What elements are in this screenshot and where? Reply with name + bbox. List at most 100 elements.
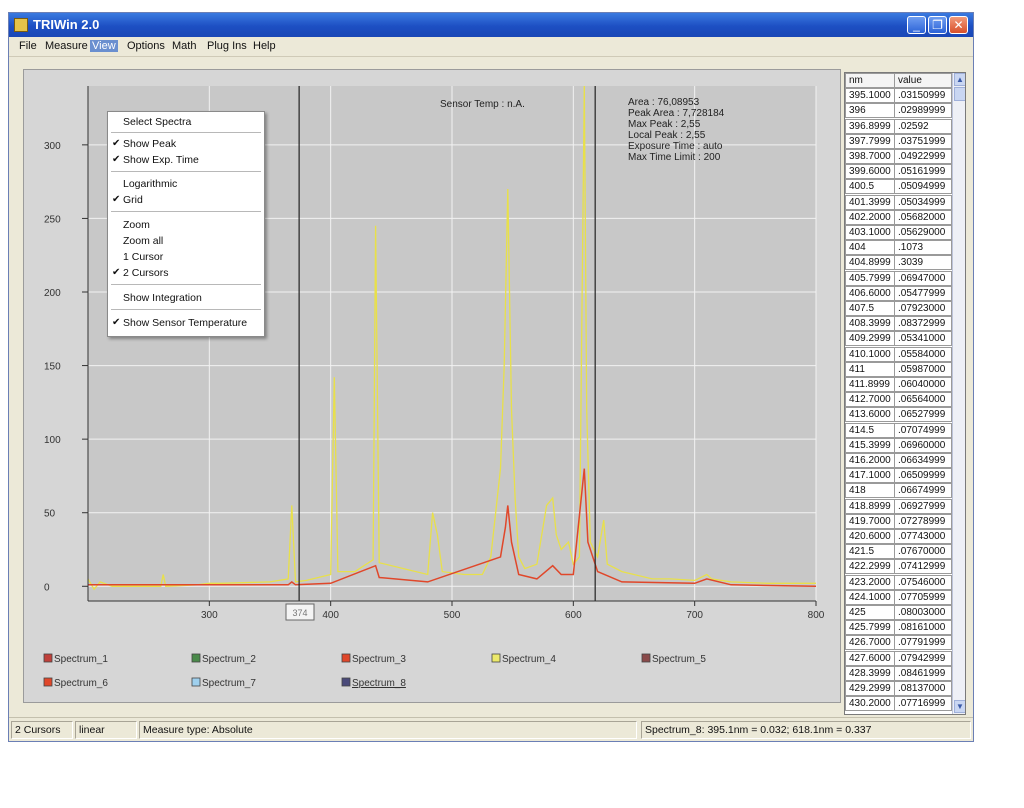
view-menu-dropdown: Select Spectra ✔ Show Peak ✔ Show Exp. T…	[107, 111, 265, 337]
x-tick-label: 400	[322, 610, 339, 621]
table-cell-nm: 408.3999	[845, 316, 895, 332]
table-cell-nm: 411.8999	[845, 377, 895, 392]
table-cell-nm: 396	[845, 103, 895, 119]
y-tick-label: 300	[44, 141, 61, 152]
check-icon: ✔	[112, 267, 121, 278]
table-cell-value: .06947000	[894, 270, 952, 286]
table-cell-nm: 410.1000	[845, 346, 895, 362]
maximize-button[interactable]: ❐	[928, 16, 947, 34]
legend-label[interactable]: Spectrum_3	[352, 654, 406, 665]
cursor-readout-value: 374	[292, 608, 307, 618]
table-cell-nm: 397.7999	[845, 133, 895, 149]
table-cell-value: .04922999	[894, 149, 952, 164]
table-cell-value: .03150999	[894, 88, 952, 104]
check-icon: ✔	[112, 138, 121, 149]
table-cell-nm: 416.2000	[845, 453, 895, 468]
y-tick-label: 250	[44, 214, 61, 225]
table-cell-nm: 413.6000	[845, 407, 895, 423]
close-button[interactable]: ✕	[949, 16, 968, 34]
x-tick-label: 700	[686, 610, 703, 621]
table-cell-nm: 430.2000	[845, 696, 895, 712]
legend-swatch	[191, 653, 201, 663]
table-cell-nm: 423.2000	[845, 574, 895, 590]
view-menu-item-show-exp-time[interactable]: ✔ Show Exp. Time	[108, 152, 264, 168]
view-menu-item-2-cursors[interactable]: ✔ 2 Cursors	[108, 265, 264, 281]
table-cell-value: .07412999	[894, 559, 952, 575]
menu-separator	[111, 284, 261, 285]
legend-label[interactable]: Spectrum_1	[54, 654, 108, 665]
legend-label[interactable]: Spectrum_4	[502, 654, 556, 665]
table-cell-value: .08372999	[894, 316, 952, 332]
minimize-button[interactable]: _	[907, 16, 926, 34]
view-menu-item-select-spectra[interactable]: Select Spectra	[108, 114, 264, 130]
table-cell-value: .07705999	[894, 589, 952, 605]
menu-measure[interactable]: Measure	[43, 40, 90, 52]
legend-swatch	[43, 677, 53, 687]
table-cell-nm: 424.1000	[845, 589, 895, 605]
info-peak-area: Peak Area : 7,728184	[628, 108, 725, 119]
spectrum-chart[interactable]: 0 50 100 150 200 250 300 300 400 500 600 700 800 Sen…	[23, 69, 841, 703]
table-cell-value: .07942999	[894, 650, 952, 666]
check-icon: ✔	[112, 317, 121, 328]
menu-separator	[111, 171, 261, 172]
table-cell-value: .02989999	[894, 103, 952, 119]
view-menu-item-show-peak[interactable]: ✔ Show Peak	[108, 136, 264, 152]
table-scrollbar[interactable]: ▲ ▼	[952, 73, 965, 714]
view-menu-item-logarithmic[interactable]: Logarithmic	[108, 176, 264, 192]
legend-swatch	[491, 653, 501, 663]
table-cell-value: .07074999	[894, 422, 952, 438]
scroll-down-icon[interactable]: ▼	[954, 700, 965, 713]
menu-math[interactable]: Math	[170, 40, 198, 52]
table-cell-nm: 429.2999	[845, 681, 895, 696]
table-cell-value: .02592	[894, 118, 952, 134]
legend-label[interactable]: Spectrum_2	[202, 654, 256, 665]
table-cell-nm: 407.5	[845, 301, 895, 316]
scroll-up-icon[interactable]: ▲	[954, 73, 965, 86]
data-table[interactable]: nm value 395.1000.03150999 396.02989999 396.…	[844, 72, 966, 715]
table-cell-value: .08161000	[894, 620, 952, 636]
table-cell-value: .05161999	[894, 164, 952, 180]
table-cell-value: .06674999	[894, 483, 952, 499]
title-bar[interactable]: TRIWin 2.0 _ ❐ ✕	[9, 13, 973, 37]
legend-label[interactable]: Spectrum_5	[652, 654, 706, 665]
view-menu-item-show-integration[interactable]: Show Integration	[108, 290, 264, 306]
y-tick-label: 200	[44, 288, 61, 299]
table-cell-nm: 403.1000	[845, 225, 895, 240]
menu-view[interactable]: View	[90, 40, 118, 52]
menu-options[interactable]: Options	[125, 40, 167, 52]
cursor-readout[interactable]: 374	[285, 603, 315, 621]
menu-separator	[111, 132, 261, 133]
table-cell-nm: 420.6000	[845, 529, 895, 544]
table-cell-value: .05682000	[894, 209, 952, 225]
table-cell-value: .06527999	[894, 407, 952, 423]
table-cell-value: .08461999	[894, 665, 952, 681]
legend-label[interactable]: Spectrum_8	[352, 678, 406, 689]
table-cell-nm: 400.5	[845, 179, 895, 195]
table-cell-value: .06960000	[894, 437, 952, 453]
menu-file[interactable]: File	[17, 40, 39, 52]
table-cell-nm: 404.8999	[845, 255, 895, 271]
table-cell-nm: 409.2999	[845, 331, 895, 347]
view-menu-item-zoom[interactable]: Zoom	[108, 217, 264, 233]
legend-label[interactable]: Spectrum_7	[202, 678, 256, 689]
table-cell-nm: 411	[845, 361, 895, 377]
table-cell-nm: 404	[845, 240, 895, 256]
table-cell-nm: 396.8999	[845, 118, 895, 134]
check-icon: ✔	[112, 194, 121, 205]
table-cell-nm: 415.3999	[845, 437, 895, 453]
menu-plug-ins[interactable]: Plug Ins	[205, 40, 249, 52]
menu-help[interactable]: Help	[251, 40, 278, 52]
view-menu-item-grid[interactable]: ✔ Grid	[108, 192, 264, 208]
scroll-thumb[interactable]	[954, 87, 965, 101]
view-menu-item-1-cursor[interactable]: 1 Cursor	[108, 249, 264, 265]
table-cell-nm: 427.6000	[845, 650, 895, 666]
table-cell-nm: 418	[845, 483, 895, 499]
legend-label[interactable]: Spectrum_6	[54, 678, 108, 689]
info-area: Area : 76,08953	[628, 97, 700, 108]
table-cell-value: .07743000	[894, 529, 952, 544]
table-cell-value: .07546000	[894, 574, 952, 590]
view-menu-item-show-sensor-temperature[interactable]: ✔ Show Sensor Temperature	[108, 315, 264, 331]
menu-separator	[111, 309, 261, 310]
view-menu-item-zoom-all[interactable]: Zoom all	[108, 233, 264, 249]
table-cell-value: .06634999	[894, 453, 952, 468]
